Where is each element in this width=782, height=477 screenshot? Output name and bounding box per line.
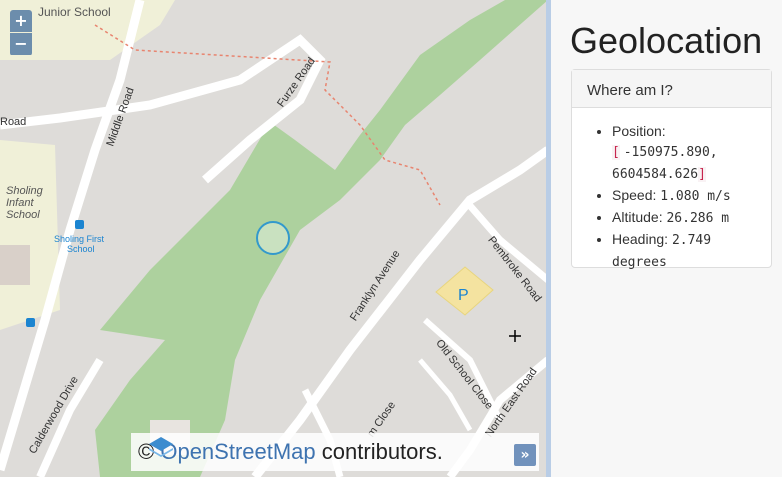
zoom-control: + − <box>10 10 32 56</box>
heading-unit: degrees <box>612 255 667 270</box>
position-label: Position: <box>612 123 666 139</box>
altitude-item: Altitude: 26.286 m <box>612 207 771 229</box>
heading-label: Heading: <box>612 231 669 247</box>
heading-value: 2.749 <box>671 233 712 248</box>
bus-stop-icon <box>75 220 84 229</box>
attribution-collapse-button[interactable]: » <box>514 444 536 466</box>
speed-value: 1.080 m/s <box>660 189 731 204</box>
location-marker <box>256 221 290 255</box>
card-title: Where am I? <box>572 70 771 108</box>
map-label-infant-1: Sholing <box>6 185 43 197</box>
map-label-first-school-2: School <box>67 244 95 254</box>
altitude-value: 26.286 m <box>666 211 730 226</box>
position-y-value: 6604584.626 <box>612 167 699 182</box>
heading-item: Heading: 2.749 degrees <box>612 229 771 273</box>
parking-icon: P <box>458 287 469 304</box>
openstreetmap-link[interactable]: OpenStreetMap <box>160 439 315 464</box>
location-card: Where am I? Position: [ -150975.890, 660… <box>571 69 772 270</box>
attribution-suffix: contributors. <box>321 439 443 464</box>
attribution-text: © OpenStreetMap contributors. <box>138 439 443 465</box>
altitude-label: Altitude: <box>612 209 663 225</box>
crosshair-icon <box>509 330 521 342</box>
attribution-bar: © OpenStreetMap contributors. » <box>131 433 539 471</box>
position-item: Position: [ -150975.890, 6604584.626] <box>612 121 771 185</box>
position-x-value: -150975.890, <box>623 145 718 160</box>
position-bracket-open: [ <box>612 145 620 160</box>
layers-logo-icon <box>149 437 173 457</box>
map-label-infant-3: School <box>6 209 40 221</box>
map-label-junior-school: Junior School <box>38 5 111 19</box>
page-title: Geolocation <box>570 20 763 61</box>
location-details-list: Position: [ -150975.890, 6604584.626] Sp… <box>572 108 771 273</box>
zoom-out-button[interactable]: − <box>10 33 32 55</box>
bus-stop-icon <box>26 318 35 327</box>
side-panel: Geolocation Where am I? Position: [ -150… <box>551 0 782 477</box>
road-label-road: Road <box>0 116 27 128</box>
map-label-first-school-1: Sholing First <box>54 234 105 244</box>
speed-item: Speed: 1.080 m/s <box>612 185 771 207</box>
speed-label: Speed: <box>612 187 657 203</box>
position-bracket-close: ] <box>698 167 706 182</box>
building <box>0 245 30 285</box>
zoom-in-button[interactable]: + <box>10 10 32 32</box>
map-view[interactable]: Junior School Sholing Infant School Shol… <box>0 0 548 477</box>
map-label-infant-2: Infant <box>6 197 34 209</box>
